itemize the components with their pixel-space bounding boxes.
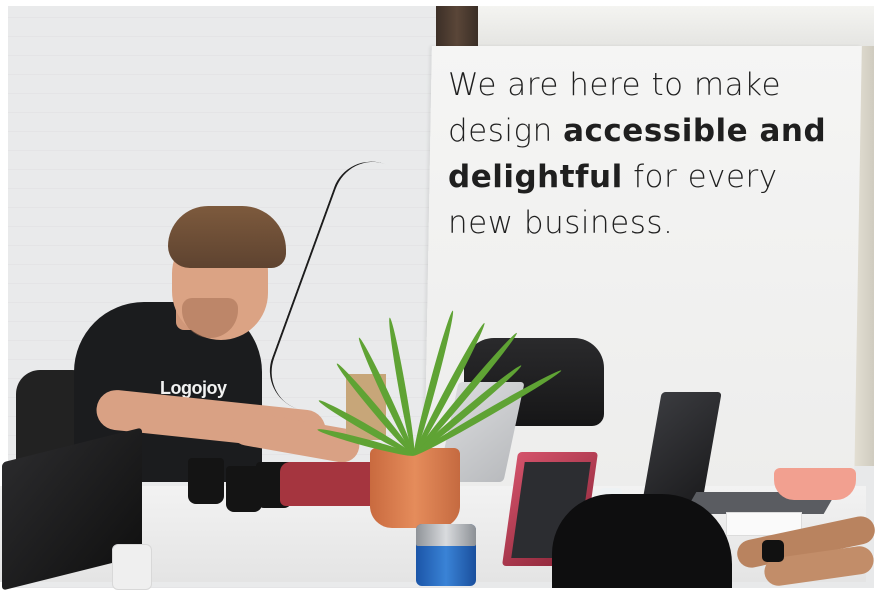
black-mug-1 — [188, 458, 224, 504]
sign-line-2: design accessible and — [448, 108, 828, 154]
sign-line-3-regular: for every — [622, 159, 778, 195]
red-tray — [280, 462, 384, 506]
sign-line-2-bold: accessible and — [563, 113, 827, 149]
mission-statement: We are here to make design accessible an… — [448, 62, 828, 246]
white-bottle — [112, 544, 152, 590]
sign-line-3: delightful for every — [448, 154, 828, 200]
tumbler-lid — [416, 524, 476, 546]
pink-bowl — [774, 468, 856, 500]
sign-line-3-bold: delightful — [448, 159, 623, 195]
wrist-watch — [762, 540, 784, 562]
sign-line-1: We are here to make — [448, 67, 782, 103]
terracotta-pot — [370, 448, 460, 528]
person-foreground — [552, 494, 732, 588]
sign-line-4: new business. — [448, 205, 674, 241]
sign-line-2-regular: design — [448, 113, 564, 149]
image-frame: We are here to make design accessible an… — [0, 0, 878, 591]
man-hair — [168, 206, 286, 268]
